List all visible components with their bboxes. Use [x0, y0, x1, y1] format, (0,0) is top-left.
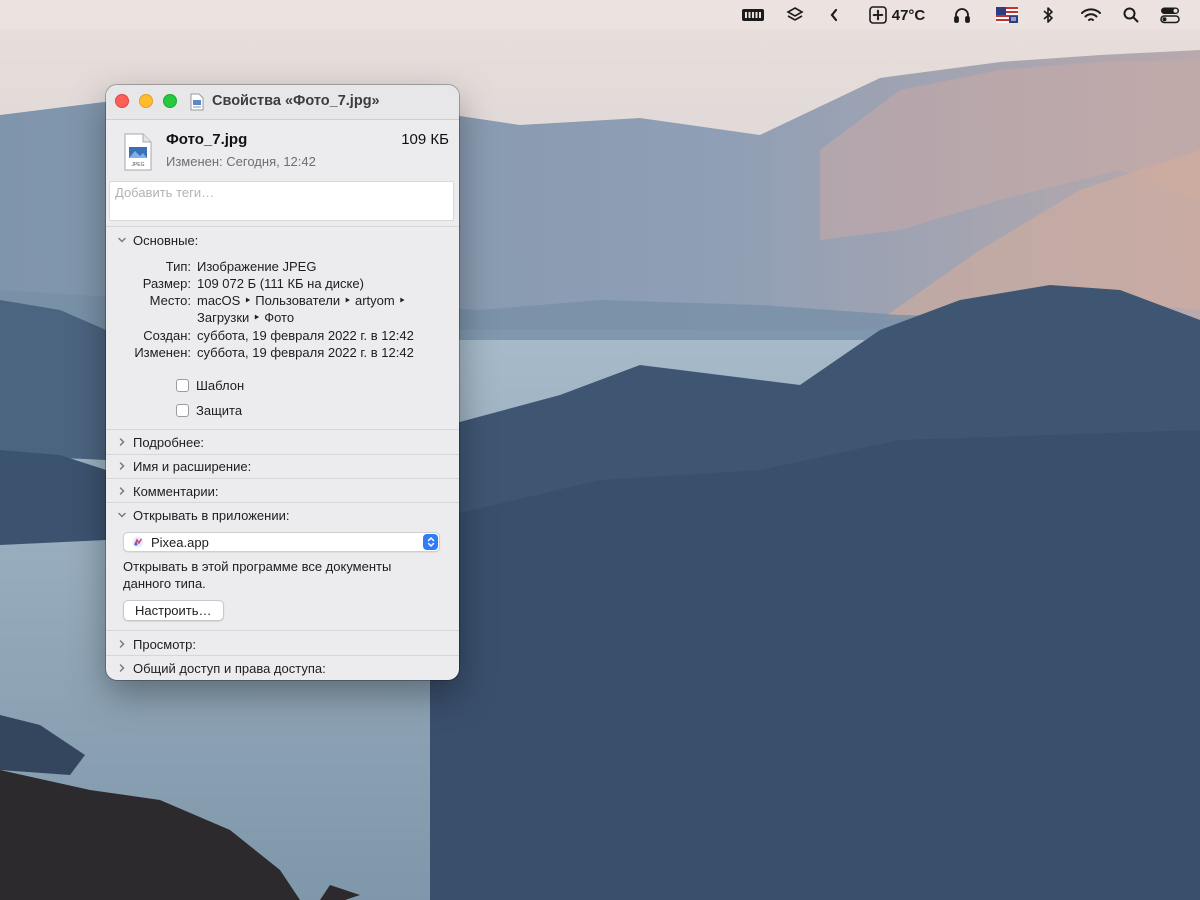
divider — [106, 226, 459, 227]
section-more-info-toggle[interactable]: Подробнее: — [116, 433, 204, 451]
section-comments-toggle[interactable]: Комментарии: — [116, 482, 219, 500]
open-with-description: Открывать в этой программе все документы… — [123, 559, 392, 591]
title-bar[interactable]: Свойства «Фото_7.jpg» — [106, 85, 459, 120]
locked-checkbox-row[interactable]: Защита — [176, 402, 242, 418]
jpeg-file-icon: JPEG — [124, 133, 152, 171]
divider — [106, 454, 459, 455]
section-title: Просмотр: — [133, 636, 196, 652]
modified-label: Изменен: — [134, 345, 191, 360]
section-title: Основные: — [133, 232, 199, 248]
section-open-with-toggle[interactable]: Открывать в приложении: — [116, 506, 289, 524]
divider — [106, 502, 459, 503]
chevron-right-icon — [119, 462, 125, 470]
chevron-down-icon — [118, 512, 126, 518]
section-title: Комментарии: — [133, 483, 219, 499]
divider — [106, 429, 459, 430]
modified-value: суббота, 19 февраля 2022 г. в 12:42 — [197, 345, 414, 360]
divider — [106, 655, 459, 656]
chevron-right-icon — [119, 438, 125, 446]
section-title: Открывать в приложении: — [133, 507, 290, 523]
temperature-readout: 47°C — [891, 6, 926, 24]
created-label: Создан: — [143, 328, 191, 343]
control-center-icon[interactable] — [1158, 0, 1182, 30]
size-label: Размер: — [142, 276, 191, 291]
battery-menu-icon[interactable] — [738, 0, 768, 30]
stationery-pad-checkbox[interactable] — [176, 378, 189, 392]
minimize-window-button[interactable] — [139, 94, 153, 108]
window-title: Свойства «Фото_7.jpg» — [212, 93, 380, 109]
file-name: Фото_7.jpg — [166, 131, 248, 148]
jpeg-file-icon — [190, 93, 204, 111]
pixea-app-icon — [132, 536, 144, 548]
selected-app-name: Pixea.app — [151, 534, 209, 550]
file-modified-date: Изменен: Сегодня, 12:42 — [166, 154, 316, 169]
where-label: Место: — [149, 293, 191, 308]
created-value: суббота, 19 февраля 2022 г. в 12:42 — [197, 328, 414, 343]
divider — [106, 630, 459, 631]
size-value: 109 072 Б (111 КБ на диске) — [197, 276, 364, 291]
kind-value: Изображение JPEG — [197, 259, 317, 274]
file-size: 109 КБ — [401, 131, 449, 148]
section-title: Имя и расширение: — [133, 458, 252, 474]
stationery-pad-checkbox-row[interactable]: Шаблон — [176, 377, 244, 393]
section-title: Подробнее: — [133, 434, 205, 450]
get-info-window: Свойства «Фото_7.jpg» JPEG Фото_7.jpg 10… — [106, 85, 459, 680]
section-name-extension-toggle[interactable]: Имя и расширение: — [116, 457, 251, 475]
chevron-right-icon — [119, 487, 125, 495]
section-preview-toggle[interactable]: Просмотр: — [116, 635, 196, 653]
menu-bar: 47°C — [0, 0, 1200, 30]
kind-label: Тип: — [165, 259, 191, 274]
locked-checkbox[interactable] — [176, 403, 189, 417]
checkbox-label: Шаблон — [196, 377, 245, 393]
bluetooth-icon[interactable] — [1038, 0, 1058, 30]
chevron-left-icon[interactable] — [824, 0, 844, 30]
change-all-button[interactable]: Настроить… — [123, 600, 224, 621]
chevron-right-icon — [119, 664, 125, 672]
cpu-temperature[interactable]: 47°C — [864, 0, 930, 30]
popup-stepper-icon — [423, 534, 438, 550]
close-window-button[interactable] — [115, 94, 129, 108]
chevron-down-icon — [118, 237, 126, 243]
open-with-app-select[interactable]: Pixea.app — [123, 532, 440, 552]
wifi-icon[interactable] — [1078, 0, 1104, 30]
fan-icon — [868, 6, 887, 24]
spotlight-search-icon[interactable] — [1120, 0, 1142, 30]
checkbox-label: Защита — [196, 402, 243, 418]
section-title: Общий доступ и права доступа: — [133, 660, 326, 676]
section-general-toggle[interactable]: Основные: — [116, 231, 198, 249]
section-sharing-permissions-toggle[interactable]: Общий доступ и права доступа: — [116, 659, 326, 677]
us-flag-input-icon[interactable] — [994, 0, 1020, 30]
where-value-continued: Загрузки ‣ Фото — [197, 310, 295, 325]
layers-icon[interactable] — [782, 0, 808, 30]
headphones-icon[interactable] — [950, 0, 974, 30]
svg-text:JPEG: JPEG — [131, 162, 144, 168]
tags-input[interactable] — [109, 181, 454, 221]
zoom-window-button[interactable] — [163, 94, 177, 108]
divider — [106, 478, 459, 479]
where-value: macOS ‣ Пользователи ‣ artyom ‣ — [197, 293, 406, 308]
chevron-right-icon — [119, 640, 125, 648]
